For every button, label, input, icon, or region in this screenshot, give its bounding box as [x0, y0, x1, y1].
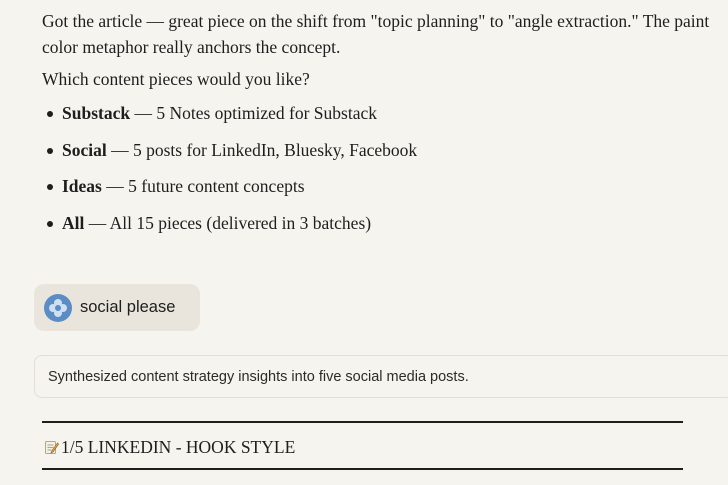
horizontal-divider — [42, 421, 683, 423]
option-description: — 5 Notes optimized for Substack — [134, 103, 377, 123]
bullet-icon — [47, 111, 53, 117]
option-description: — 5 future content concepts — [106, 176, 305, 196]
option-name: Ideas — [62, 176, 102, 196]
option-name: All — [62, 212, 85, 233]
list-item: All — All 15 pieces (delivered in 3 batc… — [42, 210, 417, 247]
content-options-list: Substack — 5 Notes optimized for Substac… — [42, 100, 417, 246]
list-item: Ideas — 5 future content concepts — [42, 173, 417, 210]
memo-icon — [44, 438, 59, 454]
list-item: Social — 5 posts for LinkedIn, Bluesky, … — [42, 137, 417, 174]
section-heading-text: 1/5 LINKEDIN - HOOK STYLE — [61, 437, 296, 457]
bullet-icon — [47, 147, 53, 154]
horizontal-divider — [42, 468, 683, 470]
list-item: Substack — 5 Notes optimized for Substac… — [42, 100, 417, 137]
option-description: — All 15 pieces (delivered in 3 batches) — [88, 212, 372, 233]
option-name: Substack — [62, 103, 131, 123]
user-message-text: social please — [80, 298, 176, 316]
option-description: — 5 posts for LinkedIn, Bluesky, Faceboo… — [111, 139, 418, 160]
thinking-summary-text: Synthesized content strategy insights in… — [48, 369, 469, 385]
bullet-icon — [47, 184, 53, 190]
thinking-summary-toggle[interactable]: Synthesized content strategy insights in… — [34, 355, 728, 398]
user-message-bubble: social please — [34, 284, 200, 331]
assistant-intro-text: Got the article — great piece on the shi… — [42, 11, 710, 57]
flower-avatar-icon[interactable] — [44, 294, 72, 322]
section-heading: 1/5 LINKEDIN - HOOK STYLE — [44, 436, 295, 458]
bullet-icon — [47, 220, 53, 227]
option-name: Social — [62, 139, 107, 160]
assistant-question-text: Which content pieces would you like? — [42, 69, 310, 89]
